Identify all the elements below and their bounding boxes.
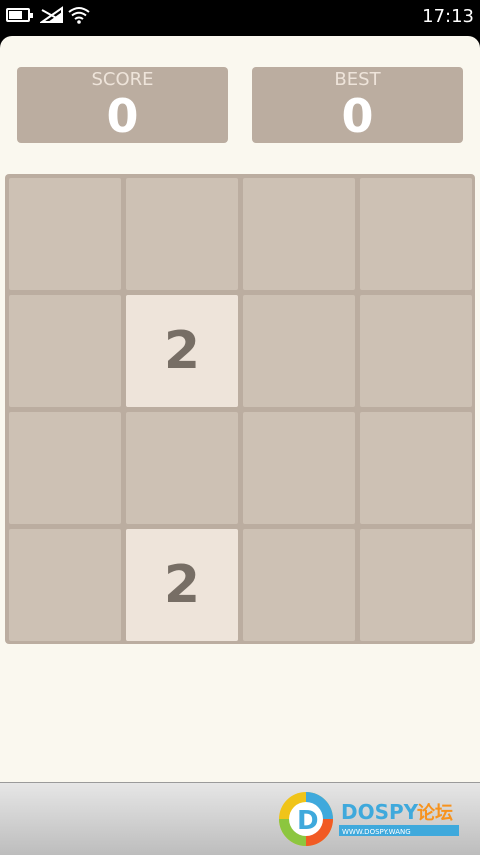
- board-cell: [360, 412, 472, 524]
- board-cell: [360, 295, 472, 407]
- dospy-logo: D DOSPY 论坛 WWW.DOSPY.WANG: [279, 792, 459, 846]
- score-label: SCORE: [91, 69, 154, 90]
- watermark-brand: DOSPY: [341, 800, 419, 824]
- watermark-brand-cn: 论坛: [417, 802, 453, 824]
- wifi-icon: [68, 7, 90, 24]
- svg-text:D: D: [297, 806, 319, 836]
- watermark-url: WWW.DOSPY.WANG: [342, 828, 411, 836]
- board-cell: [360, 178, 472, 290]
- tile-2: 2: [126, 529, 238, 641]
- score-box: SCORE 0: [17, 67, 228, 143]
- score-value: 0: [106, 89, 139, 143]
- tile-2: 2: [126, 295, 238, 407]
- best-box: BEST 0: [252, 67, 463, 143]
- battery-icon: [6, 8, 33, 22]
- board-cell: [9, 295, 121, 407]
- game-board[interactable]: 22: [5, 174, 475, 644]
- best-value: 0: [341, 89, 374, 143]
- board-cell: [9, 412, 121, 524]
- board-cell: [243, 295, 355, 407]
- board-cell: [9, 178, 121, 290]
- game-screen: SCORE 0 BEST 0 22: [0, 36, 480, 782]
- board-cell: [243, 178, 355, 290]
- status-bar: 17:13: [0, 0, 480, 34]
- board-cell: [126, 178, 238, 290]
- board-cell: [243, 529, 355, 641]
- no-sim-icon: [40, 6, 63, 23]
- board-cell: [243, 412, 355, 524]
- board-cell: [126, 412, 238, 524]
- best-label: BEST: [334, 69, 381, 90]
- status-time: 17:13: [422, 6, 474, 27]
- board-cell: [360, 529, 472, 641]
- board-cell: [9, 529, 121, 641]
